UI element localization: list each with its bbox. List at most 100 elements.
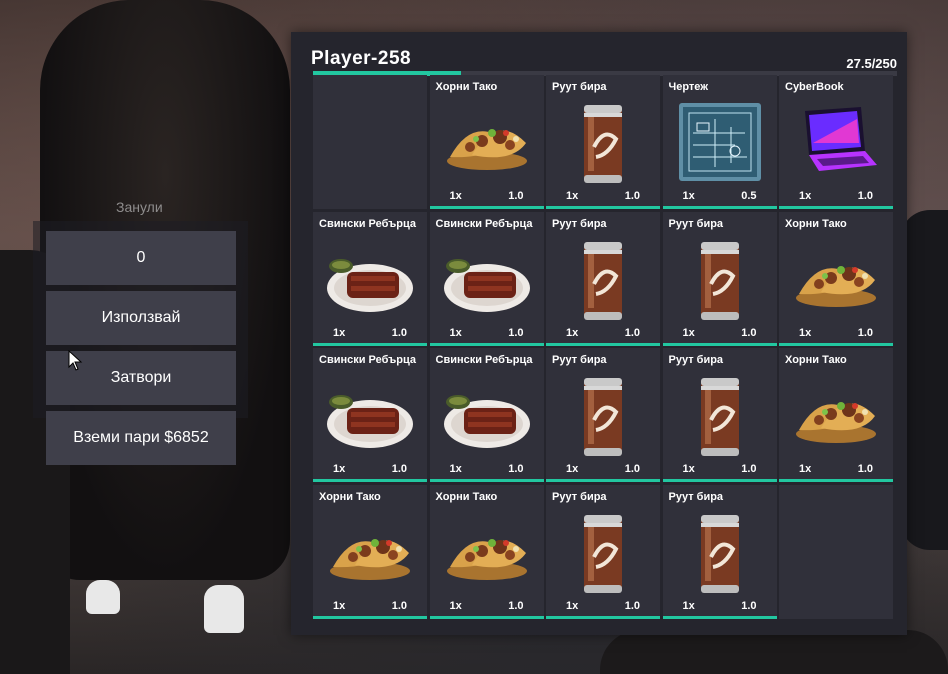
item-quantity: 1x bbox=[566, 599, 579, 612]
inventory-slot[interactable]: Руут бира 1x 1.0 bbox=[546, 211, 660, 346]
item-weight: 1.0 bbox=[508, 599, 524, 612]
inventory-slot[interactable]: Чертеж 1x 0.5 bbox=[662, 75, 777, 209]
item-weight: 1.0 bbox=[741, 463, 757, 475]
item-quantity: 1x bbox=[449, 463, 462, 475]
weight-readout: 27.5/250 bbox=[846, 56, 897, 71]
npc-silhouette-right bbox=[900, 210, 948, 550]
item-weight: 1.0 bbox=[624, 326, 640, 339]
inventory-slot-empty[interactable] bbox=[313, 75, 427, 209]
item-quantity: 1x bbox=[333, 599, 346, 612]
inventory-slot[interactable]: Руут бира 1x 1.0 bbox=[662, 348, 777, 482]
taco-icon bbox=[442, 509, 532, 593]
item-quantity: 1x bbox=[566, 326, 579, 339]
inventory-slot[interactable]: CyberBook 1x 1.0 bbox=[779, 75, 893, 209]
item-name: Свински Ребърца bbox=[319, 354, 416, 366]
item-quantity: 1x bbox=[799, 190, 812, 202]
npc-silhouette-bottom bbox=[600, 630, 948, 674]
inventory-slot[interactable]: Руут бира 1x 1.0 bbox=[546, 484, 660, 619]
item-quantity: 1x bbox=[333, 326, 346, 339]
root-beer-can-icon bbox=[558, 99, 648, 183]
item-weight: 0.5 bbox=[741, 190, 757, 202]
item-quantity: 1x bbox=[333, 463, 346, 475]
taco-icon bbox=[325, 509, 415, 593]
root-beer-can-icon bbox=[675, 372, 765, 456]
inventory-slot[interactable]: Свински Ребърца 1x 1.0 bbox=[313, 348, 427, 482]
item-weight: 1.0 bbox=[508, 190, 524, 202]
item-quantity: 1x bbox=[799, 463, 812, 475]
ribs-icon bbox=[325, 372, 415, 456]
ribs-icon bbox=[325, 236, 415, 320]
inventory-slot-empty[interactable] bbox=[779, 484, 893, 619]
mouse-cursor-icon bbox=[68, 350, 83, 371]
item-name: Руут бира bbox=[668, 354, 724, 366]
item-weight: 1.0 bbox=[857, 326, 873, 339]
root-beer-can-icon bbox=[675, 509, 765, 593]
item-name: Руут бира bbox=[552, 81, 607, 93]
item-weight: 1.0 bbox=[624, 463, 640, 475]
zero-hint-label: Занули bbox=[116, 199, 163, 215]
amount-input[interactable]: 0 bbox=[46, 231, 236, 285]
item-name: Хорни Тако bbox=[785, 217, 847, 230]
inventory-slot[interactable]: Свински Ребърца 1x 1.0 bbox=[429, 348, 544, 482]
item-name: Свински Ребърца bbox=[435, 217, 533, 230]
item-quantity: 1x bbox=[449, 599, 462, 612]
inventory-panel: Player-258 27.5/250 Хорни Тако 1x 1.0 Руут… bbox=[291, 32, 907, 635]
item-name: Чертеж bbox=[668, 81, 709, 93]
item-name: Хорни Тако bbox=[435, 81, 498, 93]
use-button[interactable]: Използвай bbox=[46, 291, 236, 345]
item-quantity: 1x bbox=[566, 463, 579, 475]
item-quantity: 1x bbox=[682, 326, 695, 339]
inventory-slot[interactable]: Руут бира 1x 1.0 bbox=[662, 484, 777, 619]
inventory-slot[interactable]: Хорни Тако 1x 1.0 bbox=[429, 484, 544, 619]
taco-icon bbox=[791, 236, 881, 320]
laptop-icon bbox=[791, 99, 881, 183]
inventory-slot[interactable]: Свински Ребърца 1x 1.0 bbox=[429, 211, 544, 346]
inventory-slot[interactable]: Руут бира 1x 1.0 bbox=[546, 75, 660, 209]
item-weight: 1.0 bbox=[741, 326, 757, 339]
take-money-button[interactable]: Вземи пари $6852 bbox=[46, 411, 236, 465]
inventory-slot[interactable]: Руут бира 1x 1.0 bbox=[662, 211, 777, 346]
inventory-slot[interactable]: Хорни Тако 1x 1.0 bbox=[313, 484, 427, 619]
inventory-slot[interactable]: Хорни Тако 1x 1.0 bbox=[779, 348, 893, 482]
item-name: Руут бира bbox=[552, 217, 607, 230]
inventory-slot[interactable]: Руут бира 1x 1.0 bbox=[546, 348, 660, 482]
item-quantity: 1x bbox=[449, 190, 462, 202]
item-weight: 1.0 bbox=[624, 599, 640, 612]
item-quantity: 1x bbox=[682, 190, 695, 202]
ribs-icon bbox=[442, 372, 532, 456]
root-beer-can-icon bbox=[558, 372, 648, 456]
taco-icon bbox=[442, 99, 532, 183]
item-name: Хорни Тако bbox=[785, 354, 847, 366]
item-weight: 1.0 bbox=[508, 326, 524, 339]
item-weight: 1.0 bbox=[391, 326, 407, 339]
inventory-grid: Хорни Тако 1x 1.0 Руут бира 1x 1.0 Чертеж 1x… bbox=[313, 75, 893, 619]
item-name: Руут бира bbox=[552, 354, 607, 366]
item-quantity: 1x bbox=[566, 190, 579, 202]
shoe-right bbox=[204, 585, 244, 633]
root-beer-can-icon bbox=[675, 236, 765, 320]
blueprint-icon bbox=[675, 99, 765, 183]
item-weight: 1.0 bbox=[857, 190, 873, 202]
inventory-slot[interactable]: Хорни Тако 1x 1.0 bbox=[429, 75, 544, 209]
root-beer-can-icon bbox=[558, 236, 648, 320]
item-weight: 1.0 bbox=[741, 599, 757, 612]
item-name: Руут бира bbox=[668, 490, 724, 503]
shoe-left bbox=[86, 580, 120, 614]
item-quantity: 1x bbox=[682, 599, 695, 612]
item-quantity: 1x bbox=[449, 326, 462, 339]
item-name: Хорни Тако bbox=[319, 490, 381, 503]
item-quantity: 1x bbox=[682, 463, 695, 475]
item-name: Свински Ребърца bbox=[435, 354, 533, 366]
item-name: CyberBook bbox=[785, 81, 844, 93]
item-weight: 1.0 bbox=[857, 463, 873, 475]
item-name: Руут бира bbox=[668, 217, 724, 230]
item-name: Руут бира bbox=[552, 490, 607, 503]
item-name: Хорни Тако bbox=[435, 490, 498, 503]
inventory-slot[interactable]: Хорни Тако 1x 1.0 bbox=[779, 211, 893, 346]
inventory-slot[interactable]: Свински Ребърца 1x 1.0 bbox=[313, 211, 427, 346]
taco-icon bbox=[791, 372, 881, 456]
item-weight: 1.0 bbox=[624, 190, 640, 202]
ribs-icon bbox=[442, 236, 532, 320]
item-quantity: 1x bbox=[799, 326, 812, 339]
item-weight: 1.0 bbox=[391, 463, 407, 475]
